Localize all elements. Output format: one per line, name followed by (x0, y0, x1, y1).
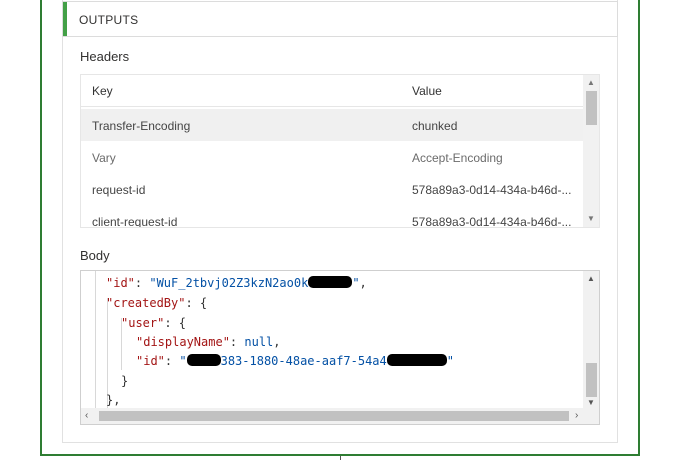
headers-scroll-thumb[interactable] (586, 91, 597, 125)
body-label: Body (80, 248, 110, 263)
headers-vertical-scrollbar[interactable]: ▲ ▼ (583, 75, 599, 227)
scroll-left-arrow-icon[interactable]: ‹ (85, 410, 88, 421)
json-line-user-id: "id": " 383-1880-48ae-aaf7-54a4 " (136, 354, 454, 368)
header-key: client-request-id (92, 215, 178, 228)
body-horizontal-scrollbar[interactable]: ‹ › (81, 408, 585, 424)
json-string-end: " (446, 354, 454, 368)
json-line-id: "id": "WuF_2tbvj02Z3kzN2ao0k ", (106, 276, 367, 290)
headers-label: Headers (80, 49, 130, 64)
header-key: request-id (92, 183, 146, 197)
header-key: Vary (92, 151, 116, 165)
flow-connector-line (340, 456, 341, 460)
table-row[interactable]: Transfer-Encoding chunked (81, 109, 585, 141)
table-row[interactable]: request-id 578a89a3-0d14-434a-b46d-... (81, 173, 585, 205)
json-string-start: " (179, 354, 187, 368)
value-column-header: Value (412, 84, 442, 98)
json-null-value: null (244, 335, 274, 349)
indent-guide (95, 271, 96, 410)
json-line-displayname: "displayName": null, (136, 335, 281, 349)
scroll-up-arrow-icon[interactable]: ▲ (587, 274, 595, 283)
redaction-mark (386, 354, 447, 366)
json-line-createdby: "createdBy": { (106, 296, 208, 310)
json-string-end: " (352, 276, 360, 290)
body-code-area[interactable]: "id": "WuF_2tbvj02Z3kzN2ao0k ", "createdB… (81, 271, 585, 410)
scroll-down-arrow-icon[interactable]: ▼ (587, 214, 595, 223)
scrollbar-corner (583, 408, 599, 424)
body-vscroll-thumb[interactable] (586, 363, 597, 397)
json-key: "displayName" (136, 335, 230, 349)
json-string-value: 383-1880-48ae-aaf7-54a4 (220, 354, 387, 368)
table-row[interactable]: Vary Accept-Encoding (81, 141, 585, 173)
header-key: Transfer-Encoding (92, 119, 191, 133)
outputs-section-header[interactable]: OUTPUTS (62, 1, 618, 37)
body-vertical-scrollbar[interactable]: ▲ ▼ (583, 271, 599, 410)
scroll-up-arrow-icon[interactable]: ▲ (587, 78, 595, 87)
json-key: "createdBy" (106, 296, 186, 310)
json-key: "id" (106, 276, 135, 290)
body-json-viewer[interactable]: "id": "WuF_2tbvj02Z3kzN2ao0k ", "createdB… (80, 270, 600, 425)
outputs-title: OUTPUTS (79, 13, 139, 27)
table-row[interactable]: client-request-id 578a89a3-0d14-434a-b46… (81, 205, 585, 228)
json-key: "id" (136, 354, 165, 368)
json-line-user: "user": { (121, 316, 187, 330)
headers-table-header-row: Key Value (81, 75, 585, 107)
body-hscroll-thumb[interactable] (99, 411, 569, 421)
json-key: "user" (121, 316, 165, 330)
redaction-mark (308, 276, 353, 288)
header-value: 578a89a3-0d14-434a-b46d-... (412, 183, 572, 197)
scroll-right-arrow-icon[interactable]: › (575, 410, 578, 421)
header-value: Accept-Encoding (412, 151, 503, 165)
json-string-value: "WuF_2tbvj02Z3kzN2ao0k (149, 276, 309, 290)
outputs-accent-bar (63, 2, 67, 36)
key-column-header: Key (92, 84, 113, 98)
scroll-down-arrow-icon[interactable]: ▼ (587, 398, 595, 407)
redaction-mark (186, 354, 221, 366)
headers-table: Key Value Transfer-Encoding chunked Vary… (80, 74, 600, 228)
header-value: 578a89a3-0d14-434a-b46d-... (412, 215, 572, 228)
header-value: chunked (412, 119, 458, 133)
json-line-close-user: } (121, 374, 129, 388)
